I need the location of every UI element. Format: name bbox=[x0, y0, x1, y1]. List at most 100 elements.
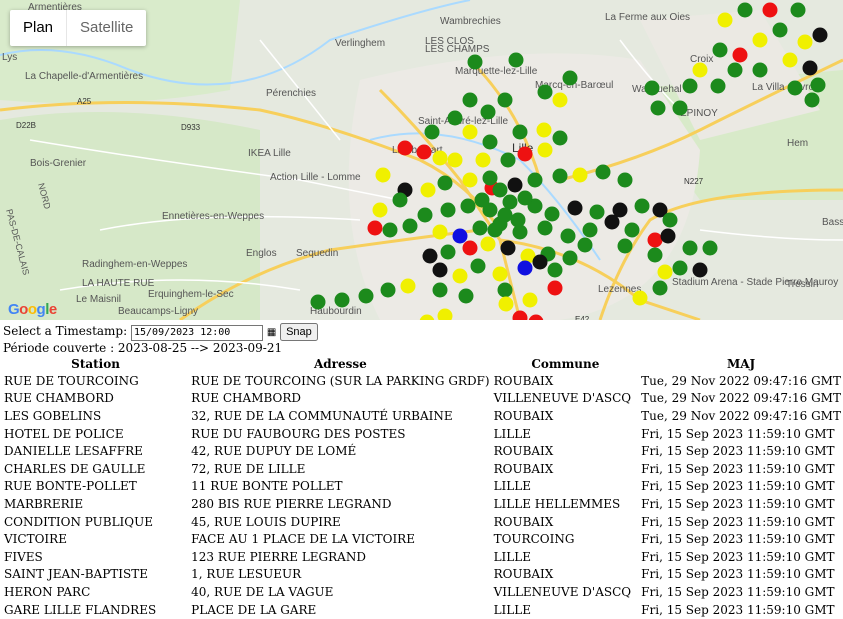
station-marker[interactable] bbox=[382, 222, 398, 238]
station-marker[interactable] bbox=[692, 62, 708, 78]
station-marker[interactable] bbox=[367, 220, 383, 236]
map-type-satellite-button[interactable]: Satellite bbox=[66, 10, 146, 46]
station-marker[interactable] bbox=[462, 240, 478, 256]
timestamp-input[interactable] bbox=[130, 324, 263, 341]
station-marker[interactable] bbox=[462, 124, 478, 140]
station-marker[interactable] bbox=[752, 62, 768, 78]
station-marker[interactable] bbox=[527, 172, 543, 188]
station-marker[interactable] bbox=[510, 212, 526, 228]
station-marker[interactable] bbox=[552, 92, 568, 108]
station-marker[interactable] bbox=[632, 290, 648, 306]
station-marker[interactable] bbox=[432, 224, 448, 240]
station-marker[interactable] bbox=[537, 220, 553, 236]
station-marker[interactable] bbox=[472, 220, 488, 236]
station-marker[interactable] bbox=[804, 92, 820, 108]
station-marker[interactable] bbox=[790, 2, 806, 18]
station-marker[interactable] bbox=[752, 32, 768, 48]
station-marker[interactable] bbox=[498, 296, 514, 312]
station-marker[interactable] bbox=[644, 80, 660, 96]
station-marker[interactable] bbox=[402, 218, 418, 234]
station-marker[interactable] bbox=[474, 192, 490, 208]
station-marker[interactable] bbox=[692, 262, 708, 278]
station-marker[interactable] bbox=[497, 207, 513, 223]
snap-button[interactable]: Snap bbox=[280, 323, 318, 341]
station-marker[interactable] bbox=[470, 258, 486, 274]
station-marker[interactable] bbox=[787, 80, 803, 96]
station-marker[interactable] bbox=[507, 177, 523, 193]
map-canvas[interactable]: ArmentièresWambrechies La Ferme aux OiesV… bbox=[0, 0, 843, 320]
station-marker[interactable] bbox=[532, 254, 548, 270]
station-marker[interactable] bbox=[497, 92, 513, 108]
station-marker[interactable] bbox=[432, 150, 448, 166]
station-marker[interactable] bbox=[662, 212, 678, 228]
station-marker[interactable] bbox=[358, 288, 374, 304]
station-marker[interactable] bbox=[537, 84, 553, 100]
station-marker[interactable] bbox=[447, 110, 463, 126]
station-marker[interactable] bbox=[380, 282, 396, 298]
station-marker[interactable] bbox=[334, 292, 350, 308]
station-marker[interactable] bbox=[522, 292, 538, 308]
station-marker[interactable] bbox=[634, 198, 650, 214]
station-marker[interactable] bbox=[577, 237, 593, 253]
station-marker[interactable] bbox=[375, 167, 391, 183]
station-marker[interactable] bbox=[712, 42, 728, 58]
station-marker[interactable] bbox=[497, 282, 513, 298]
station-marker[interactable] bbox=[487, 222, 503, 238]
station-marker[interactable] bbox=[652, 280, 668, 296]
station-marker[interactable] bbox=[657, 264, 673, 280]
station-marker[interactable] bbox=[508, 52, 524, 68]
station-marker[interactable] bbox=[437, 175, 453, 191]
station-marker[interactable] bbox=[547, 280, 563, 296]
station-marker[interactable] bbox=[502, 194, 518, 210]
station-marker[interactable] bbox=[682, 78, 698, 94]
station-marker[interactable] bbox=[589, 204, 605, 220]
station-marker[interactable] bbox=[772, 22, 788, 38]
station-marker[interactable] bbox=[595, 164, 611, 180]
station-marker[interactable] bbox=[447, 152, 463, 168]
station-marker[interactable] bbox=[582, 222, 598, 238]
station-marker[interactable] bbox=[416, 144, 432, 160]
station-marker[interactable] bbox=[400, 278, 416, 294]
station-marker[interactable] bbox=[440, 244, 456, 260]
station-marker[interactable] bbox=[547, 262, 563, 278]
map[interactable]: Armentières Wambrechies La Ferme aux Oies V… bbox=[0, 0, 843, 320]
station-marker[interactable] bbox=[727, 62, 743, 78]
station-marker[interactable] bbox=[702, 240, 718, 256]
station-marker[interactable] bbox=[475, 152, 491, 168]
station-marker[interactable] bbox=[420, 182, 436, 198]
station-marker[interactable] bbox=[812, 27, 828, 43]
station-marker[interactable] bbox=[482, 170, 498, 186]
station-marker[interactable] bbox=[392, 192, 408, 208]
station-marker[interactable] bbox=[604, 214, 620, 230]
station-marker[interactable] bbox=[552, 168, 568, 184]
station-marker[interactable] bbox=[536, 122, 552, 138]
station-marker[interactable] bbox=[422, 248, 438, 264]
station-marker[interactable] bbox=[797, 34, 813, 50]
station-marker[interactable] bbox=[492, 182, 508, 198]
calendar-icon[interactable]: ▦ bbox=[267, 327, 276, 338]
station-marker[interactable] bbox=[432, 282, 448, 298]
station-marker[interactable] bbox=[660, 228, 676, 244]
station-marker[interactable] bbox=[682, 240, 698, 256]
station-marker[interactable] bbox=[452, 268, 468, 284]
station-marker[interactable] bbox=[672, 100, 688, 116]
station-marker[interactable] bbox=[717, 12, 733, 28]
station-marker[interactable] bbox=[440, 202, 456, 218]
station-marker[interactable] bbox=[650, 100, 666, 116]
station-marker[interactable] bbox=[562, 250, 578, 266]
station-marker[interactable] bbox=[500, 152, 516, 168]
station-marker[interactable] bbox=[572, 167, 588, 183]
station-marker[interactable] bbox=[552, 130, 568, 146]
station-marker[interactable] bbox=[512, 124, 528, 140]
station-marker[interactable] bbox=[617, 238, 633, 254]
station-marker[interactable] bbox=[737, 2, 753, 18]
station-marker[interactable] bbox=[467, 54, 483, 70]
station-marker[interactable] bbox=[452, 228, 468, 244]
station-marker[interactable] bbox=[567, 200, 583, 216]
station-marker[interactable] bbox=[562, 70, 578, 86]
station-marker[interactable] bbox=[647, 247, 663, 263]
station-marker[interactable] bbox=[782, 52, 798, 68]
station-marker[interactable] bbox=[672, 260, 688, 276]
station-marker[interactable] bbox=[424, 124, 440, 140]
station-marker[interactable] bbox=[802, 60, 818, 76]
